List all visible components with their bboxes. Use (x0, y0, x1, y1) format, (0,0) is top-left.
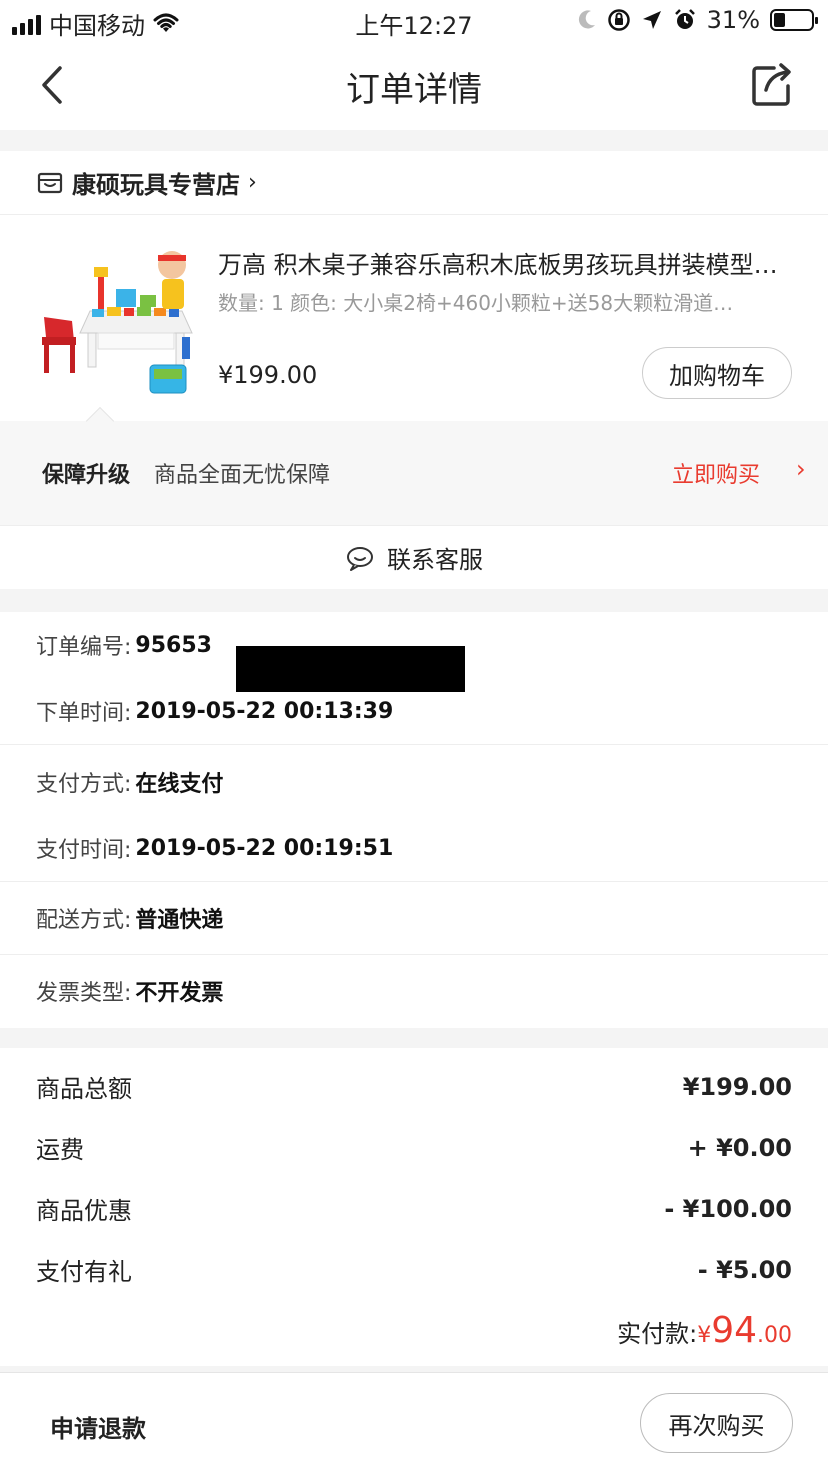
discount-row: 商品优惠 - ¥100.00 (0, 1178, 828, 1239)
amount-paid: 实付款: ¥ 94 .00 (0, 1300, 828, 1360)
amount-paid-decimal: .00 (757, 1323, 792, 1348)
chat-icon (347, 546, 373, 571)
moon-icon (578, 10, 595, 29)
bottom-action-bar: 申请退款 再次购买 (0, 1372, 828, 1472)
discount-label: 商品优惠 (36, 1197, 132, 1225)
order-info-card: 订单编号: 95653 下单时间: 2019-05-22 00:13:39 支付… (0, 612, 828, 1028)
product-card: 康硕玩具专营店 › 万高 积木桌子兼容乐高积木底板男孩玩具拼装模型… 数量: 1… (0, 151, 828, 589)
payment-method-value: 在线支付 (135, 772, 224, 797)
subtotal-row: 商品总额 ¥199.00 (0, 1056, 828, 1117)
request-refund-link[interactable]: 申请退款 (50, 1409, 146, 1444)
status-bar: 中国移动 上午12:27 31% (0, 0, 828, 42)
invoice-value: 不开发票 (135, 981, 224, 1006)
redaction-block (236, 646, 465, 692)
order-number-label: 订单编号: (36, 635, 132, 660)
amount-paid-currency: ¥ (697, 1323, 712, 1348)
guarantee-desc: 商品全面无忧保障 (154, 463, 331, 488)
order-time-value: 2019-05-22 00:13:39 (135, 698, 394, 724)
invoice-label: 发票类型: (36, 981, 132, 1006)
payment-gift-value: - ¥5.00 (697, 1255, 792, 1284)
product-row[interactable]: 万高 积木桌子兼容乐高积木底板男孩玩具拼装模型… 数量: 1 颜色: 大小桌2椅… (0, 215, 828, 421)
buy-again-button[interactable]: 再次购买 (640, 1393, 793, 1453)
payment-time-row: 支付时间: 2019-05-22 00:19:51 (0, 815, 828, 881)
guarantee-upgrade[interactable]: 保障升级 商品全面无忧保障 立即购买 › (0, 406, 828, 525)
shipping-value: + ¥0.00 (687, 1133, 792, 1162)
order-time-label: 下单时间: (36, 701, 132, 726)
product-spec: 数量: 1 颜色: 大小桌2椅+460小颗粒+送58大颗粒滑道… (218, 291, 734, 315)
amount-paid-integer: 94 (711, 1310, 757, 1351)
delivery-label: 配送方式: (36, 908, 132, 933)
alarm-icon (674, 9, 695, 29)
discount-value: - ¥100.00 (664, 1194, 792, 1223)
share-icon[interactable] (748, 60, 798, 110)
payment-method-row: 支付方式: 在线支付 (0, 749, 828, 815)
invoice-row: 发票类型: 不开发票 (0, 955, 828, 1027)
store-icon (37, 172, 63, 193)
battery-icon (770, 9, 818, 31)
store-row[interactable]: 康硕玩具专营店 › (0, 151, 828, 215)
shipping-row: 运费 + ¥0.00 (0, 1117, 828, 1178)
subtotal-value: ¥199.00 (682, 1072, 792, 1101)
delivery-row: 配送方式: 普通快递 (0, 882, 828, 954)
guarantee-label: 保障升级 (42, 463, 131, 488)
payment-time-value: 2019-05-22 00:19:51 (135, 835, 394, 861)
buy-now-link[interactable]: 立即购买 (672, 457, 760, 489)
totals-card: 商品总额 ¥199.00 运费 + ¥0.00 商品优惠 - ¥100.00 支… (0, 1048, 828, 1366)
payment-gift-label: 支付有礼 (36, 1258, 132, 1286)
product-price: ¥199.00 (218, 361, 318, 389)
page-title: 订单详情 (346, 70, 482, 110)
add-to-cart-button[interactable]: 加购物车 (642, 347, 792, 399)
contact-service-label: 联系客服 (387, 546, 483, 574)
product-image[interactable] (32, 237, 196, 401)
battery-percent: 31% (706, 6, 760, 34)
shipping-label: 运费 (36, 1136, 84, 1164)
contact-service-button[interactable]: 联系客服 (0, 525, 828, 589)
payment-time-label: 支付时间: (36, 838, 132, 863)
nav-bar: 订单详情 (0, 42, 828, 130)
payment-method-label: 支付方式: (36, 772, 132, 797)
rotation-lock-icon (607, 9, 630, 31)
store-name: 康硕玩具专营店 (72, 171, 240, 199)
chevron-right-icon[interactable]: › (796, 455, 806, 483)
product-title: 万高 积木桌子兼容乐高积木底板男孩玩具拼装模型… (218, 251, 778, 279)
delivery-value: 普通快递 (135, 908, 224, 933)
subtotal-label: 商品总额 (36, 1075, 132, 1103)
amount-paid-label: 实付款: (617, 1320, 698, 1348)
location-icon (642, 11, 661, 29)
order-number-value: 95653 (135, 632, 212, 658)
payment-gift-row: 支付有礼 - ¥5.00 (0, 1239, 828, 1300)
store-chevron: › (248, 170, 257, 195)
